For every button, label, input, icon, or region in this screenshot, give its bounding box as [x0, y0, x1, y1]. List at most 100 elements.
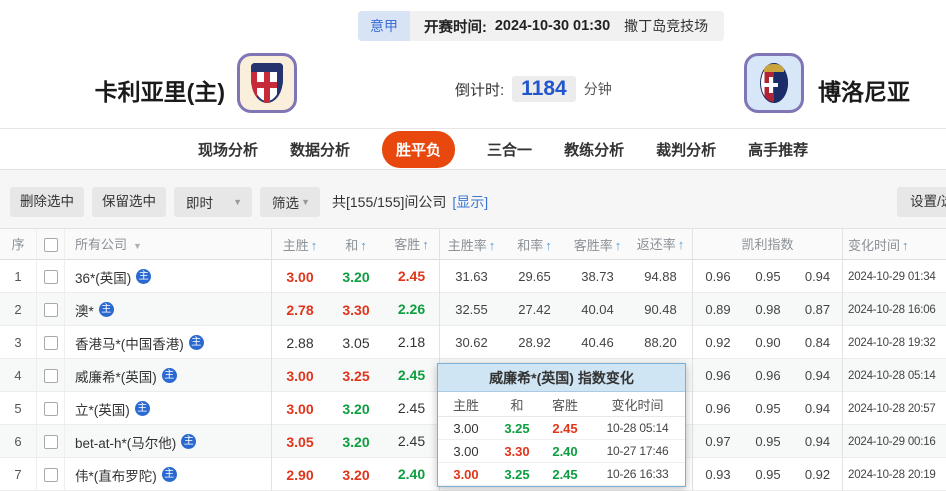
company-count-wrap: 共[155/155]间公司 [显示] [332, 187, 488, 217]
row-checkbox[interactable] [44, 369, 58, 383]
odds-away[interactable]: 2.40 [384, 458, 440, 491]
header-draw-odds[interactable]: 和↑ [328, 235, 384, 254]
changed-time: 2024-10-28 16:06 [843, 304, 946, 316]
company-cell[interactable]: 澳* 主 [65, 293, 272, 326]
company-cell[interactable]: bet-at-h*(马尔他) 主 [65, 425, 272, 458]
kelly-draw: 0.95 [743, 401, 793, 416]
changed-time: 2024-10-28 20:19 [843, 469, 946, 481]
nav-tab[interactable]: 现场分析 [198, 139, 258, 160]
odds-draw[interactable]: 3.20 [328, 434, 384, 450]
odds-home[interactable]: 2.78 [272, 302, 328, 318]
header-changed-time[interactable]: 变化时间↑ [843, 235, 946, 254]
keep-selected-button[interactable]: 保留选中 [92, 187, 166, 217]
time-filter-dropdown[interactable]: 即时 ▼ [174, 187, 252, 217]
header-draw-rate[interactable]: 和率↑ [503, 235, 566, 254]
company-name: bet-at-h*(马尔他) [75, 432, 176, 452]
odds-home[interactable]: 3.00 [272, 368, 328, 384]
odds-home[interactable]: 3.00 [272, 401, 328, 417]
draw-rate: 28.92 [503, 335, 566, 350]
filter-dropdown[interactable]: 筛选 ▼ [260, 187, 320, 217]
home-team-name: 卡利亚里(主) [55, 73, 225, 107]
odds-away[interactable]: 2.45 [384, 260, 440, 293]
header-away-odds[interactable]: 客胜↑ [384, 229, 440, 260]
popup-odds-draw: 3.25 [494, 467, 540, 482]
odds-away[interactable]: 2.45 [384, 425, 440, 458]
row-checkbox-cell [37, 425, 65, 458]
changed-time: 2024-10-28 05:14 [843, 370, 946, 382]
header-home-rate[interactable]: 主胜率↑ [440, 235, 503, 254]
header-company[interactable]: 所有公司▼ [65, 229, 272, 260]
odds-draw[interactable]: 3.25 [328, 368, 384, 384]
company-cell[interactable]: 威廉希*(英国) 主 [65, 359, 272, 392]
row-checkbox[interactable] [44, 402, 58, 416]
row-checkbox[interactable] [44, 303, 58, 317]
kelly-draw: 0.96 [743, 368, 793, 383]
row-checkbox[interactable] [44, 336, 58, 350]
return-rate: 90.48 [629, 293, 693, 326]
sort-up-icon: ↑ [489, 238, 496, 253]
kickoff-label: 开赛时间: [424, 16, 487, 37]
row-checkbox[interactable] [44, 270, 58, 284]
sort-up-icon: ↑ [902, 238, 909, 253]
nav-tab[interactable]: 高手推荐 [748, 139, 808, 160]
kelly-draw: 0.98 [743, 302, 793, 317]
bologna-crest-icon [760, 63, 788, 103]
odds-draw[interactable]: 3.05 [328, 335, 384, 351]
header-home-odds[interactable]: 主胜↑ [272, 235, 328, 254]
popup-odds-home: 3.00 [438, 421, 494, 436]
kelly-away: 0.92 [793, 458, 843, 491]
show-link[interactable]: [显示] [452, 192, 488, 212]
header-return-rate[interactable]: 返还率↑ [629, 229, 693, 260]
odds-home[interactable]: 3.00 [272, 269, 328, 285]
nav-tab[interactable]: 三合一 [487, 139, 532, 160]
odds-home[interactable]: 2.90 [272, 467, 328, 483]
company-cell[interactable]: 香港马*(中国香港) 主 [65, 326, 272, 359]
odds-home[interactable]: 2.88 [272, 335, 328, 351]
kelly-home: 0.97 [693, 434, 743, 449]
row-checkbox[interactable] [44, 435, 58, 449]
odds-home[interactable]: 3.05 [272, 434, 328, 450]
odds-away[interactable]: 2.26 [384, 293, 440, 326]
league-badge[interactable]: 意甲 [358, 11, 410, 41]
odds-away[interactable]: 2.18 [384, 326, 440, 359]
select-all-checkbox[interactable] [44, 238, 58, 252]
popup-odds-draw: 3.30 [494, 444, 540, 459]
match-info-bar: 意甲 开赛时间: 2024-10-30 01:30 撒丁岛竞技场 [358, 11, 724, 41]
delete-selected-button[interactable]: 删除选中 [10, 187, 84, 217]
table-row: 3 香港马*(中国香港) 主 2.88 3.05 2.18 30.62 28.9… [0, 326, 946, 359]
nav-tab[interactable]: 胜平负 [382, 131, 455, 168]
company-name: 澳* [75, 300, 94, 320]
changed-time: 2024-10-28 20:57 [843, 403, 946, 415]
odds-history-popup: 威廉希*(英国) 指数变化 主胜 和 客胜 变化时间 3.00 3.25 2.4… [437, 363, 686, 487]
nav-tab[interactable]: 数据分析 [290, 139, 350, 160]
settings-button[interactable]: 设置/选择 [897, 187, 946, 217]
popup-changed-time: 10-28 05:14 [590, 421, 685, 435]
odds-draw[interactable]: 3.20 [328, 401, 384, 417]
header-away-rate[interactable]: 客胜率↑ [566, 235, 629, 254]
away-team-logo [744, 53, 804, 113]
odds-draw[interactable]: 3.20 [328, 269, 384, 285]
countdown: 倒计时: 1184 分钟 [455, 76, 612, 102]
row-checkbox-cell [37, 293, 65, 326]
return-rate: 94.88 [629, 260, 693, 293]
nav-tab[interactable]: 裁判分析 [656, 139, 716, 160]
filter-value: 筛选 [272, 192, 299, 212]
odds-away[interactable]: 2.45 [384, 392, 440, 425]
home-marker-icon: 主 [181, 434, 196, 449]
kelly-draw: 0.90 [743, 335, 793, 350]
popup-header-draw: 和 [494, 395, 540, 414]
away-rate: 40.46 [566, 335, 629, 350]
row-checkbox[interactable] [44, 468, 58, 482]
odds-draw[interactable]: 3.20 [328, 467, 384, 483]
company-cell[interactable]: 36*(英国) 主 [65, 260, 272, 293]
popup-header-home: 主胜 [438, 395, 494, 414]
odds-draw[interactable]: 3.30 [328, 302, 384, 318]
time-filter-value: 即时 [186, 192, 213, 212]
row-checkbox-cell [37, 260, 65, 293]
nav-tab[interactable]: 教练分析 [564, 139, 624, 160]
row-checkbox-cell [37, 458, 65, 491]
countdown-unit: 分钟 [584, 79, 612, 99]
company-cell[interactable]: 伟*(直布罗陀) 主 [65, 458, 272, 491]
company-cell[interactable]: 立*(英国) 主 [65, 392, 272, 425]
odds-away[interactable]: 2.45 [384, 359, 440, 392]
